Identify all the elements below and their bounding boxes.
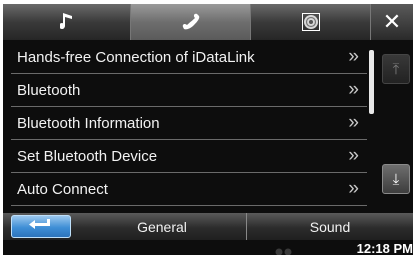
close-icon: ✕ — [382, 9, 402, 34]
tab-media[interactable] — [251, 4, 371, 40]
scrollbar[interactable] — [369, 44, 375, 206]
back-arrow-icon — [28, 217, 54, 236]
back-button[interactable] — [11, 215, 71, 238]
menu-item-label: Set Bluetooth Device — [17, 147, 158, 165]
menu-item-hands-free-idatalink[interactable]: Hands-free Connection of iDataLink » — [11, 41, 367, 74]
close-button[interactable]: ✕ — [371, 4, 413, 40]
tab-sound[interactable]: Sound — [246, 213, 413, 240]
chevron-right-icon: » — [348, 46, 359, 67]
chevron-right-icon: » — [348, 112, 359, 133]
bottom-bar: General Sound — [3, 213, 413, 240]
scroll-down-button[interactable]: ⤓ — [382, 164, 410, 194]
menu-item-label: Auto Connect — [17, 180, 108, 198]
chevron-right-icon: » — [348, 145, 359, 166]
tab-phone[interactable] — [131, 4, 251, 40]
menu-item-label: Bluetooth Information — [17, 114, 160, 132]
tab-music[interactable] — [3, 4, 131, 40]
top-tab-bar: ✕ — [3, 4, 413, 40]
clock: 12:18 PM — [356, 241, 413, 255]
menu-item-bluetooth[interactable]: Bluetooth » — [11, 74, 367, 107]
scroll-top-icon: ⤒ — [392, 60, 400, 78]
scroll-up-button[interactable]: ⤒ — [382, 54, 410, 84]
menu-item-label: Bluetooth — [17, 81, 81, 99]
chevron-right-icon: » — [348, 178, 359, 199]
phone-icon — [180, 12, 202, 32]
scroll-bottom-icon: ⤓ — [392, 170, 400, 188]
settings-screen: ✕ Hands-free Connection of iDataLink » B… — [3, 4, 413, 255]
scrollbar-thumb[interactable] — [369, 50, 374, 114]
chevron-right-icon: » — [348, 79, 359, 100]
music-note-icon — [59, 13, 74, 31]
settings-menu-list: Hands-free Connection of iDataLink » Blu… — [11, 41, 367, 211]
menu-item-set-bluetooth-device[interactable]: Set Bluetooth Device » — [11, 140, 367, 173]
disc-icon — [301, 13, 320, 31]
menu-item-bluetooth-information[interactable]: Bluetooth Information » — [11, 107, 367, 140]
status-indicator-icon — [273, 244, 303, 255]
menu-item-label: Hands-free Connection of iDataLink — [17, 48, 255, 66]
tab-general[interactable]: General — [78, 213, 246, 240]
menu-item-auto-connect[interactable]: Auto Connect » — [11, 173, 367, 206]
